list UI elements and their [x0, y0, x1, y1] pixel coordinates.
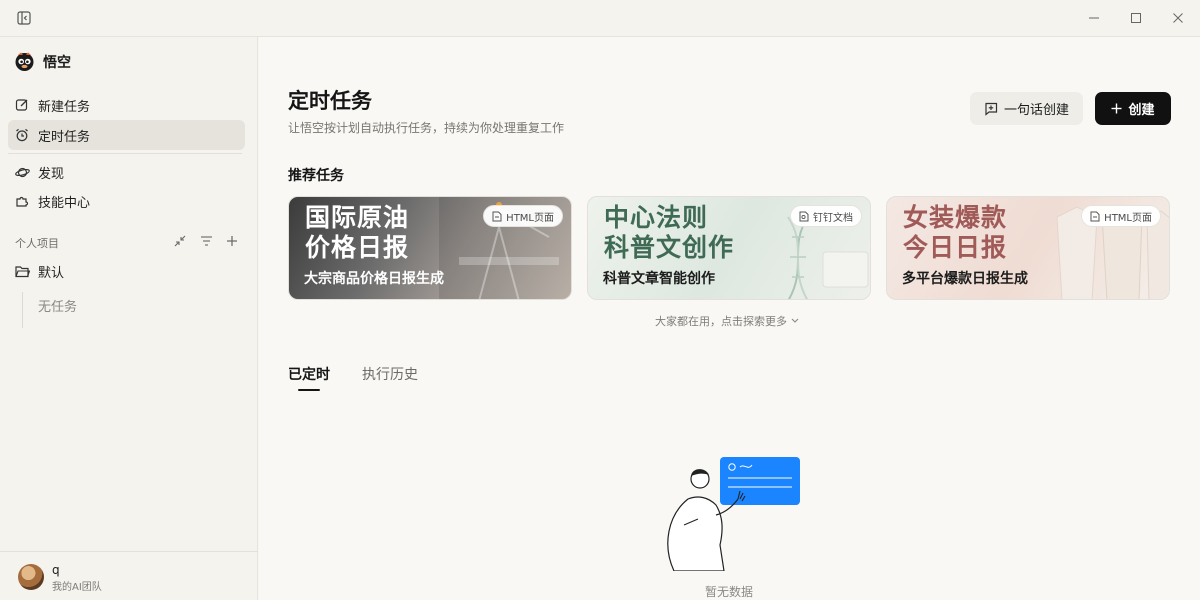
card-badge: 钉钉文档 — [790, 205, 862, 227]
sidebar-toggle-icon — [17, 11, 31, 25]
empty-project-text: 无任务 — [38, 300, 78, 315]
close-icon — [1173, 13, 1183, 23]
folder-icon — [14, 263, 30, 279]
chevron-down-icon — [791, 318, 799, 323]
recommended-card-oil-price[interactable]: 国际原油 价格日报 大宗商品价格日报生成 HTML页面 — [288, 196, 572, 300]
project-label: 默认 — [38, 265, 65, 281]
chat-add-icon — [985, 102, 998, 116]
user-profile[interactable]: q 我的AI团队 — [0, 551, 258, 600]
card-headline: 国际原油 价格日报 — [305, 203, 409, 263]
user-name: q — [52, 563, 60, 577]
section-actions — [172, 233, 240, 249]
card-description: 科普文章智能创作 — [603, 271, 715, 287]
close-window-button[interactable] — [1164, 6, 1192, 30]
nav-skill-center[interactable]: 技能中心 — [8, 186, 245, 216]
page-subtitle: 让悟空按计划自动执行任务，持续为你处理重复工作 — [288, 121, 565, 135]
nav-discover[interactable]: 发现 — [8, 157, 245, 187]
puzzle-icon — [14, 193, 30, 209]
minimize-icon — [1089, 17, 1099, 19]
recommended-card-central-dogma[interactable]: 中心法则 科普文创作 科普文章智能创作 钉钉文档 — [587, 196, 871, 300]
card-description: 多平台爆款日报生成 — [902, 271, 1028, 287]
plus-icon — [1111, 103, 1122, 114]
tab-scheduled[interactable]: 已定时 — [288, 364, 330, 384]
brand[interactable]: 悟空 — [14, 51, 71, 72]
quick-create-button[interactable]: 一句话创建 — [970, 92, 1083, 125]
empty-state-text: 暂无数据 — [705, 585, 754, 599]
maximize-button[interactable] — [1122, 6, 1150, 30]
section-label-personal-projects: 个人项目 — [15, 237, 59, 250]
recommended-card-fashion-trends[interactable]: 女装爆款 今日日报 多平台爆款日报生成 HTML页面 — [886, 196, 1170, 300]
maximize-icon — [1131, 13, 1141, 23]
document-icon — [1090, 211, 1100, 221]
wukong-logo-icon — [15, 52, 34, 71]
edit-icon — [14, 97, 30, 113]
card-headline-line: 价格日报 — [305, 233, 410, 262]
card-headline: 中心法则 科普文创作 — [604, 203, 734, 263]
alarm-clock-icon — [14, 127, 30, 143]
search-document-icon — [799, 211, 809, 221]
card-headline: 女装爆款 今日日报 — [903, 203, 1007, 263]
create-label: 创建 — [1128, 103, 1155, 118]
nav-label: 定时任务 — [38, 129, 91, 145]
planet-icon — [14, 164, 30, 180]
nav-new-task[interactable]: 新建任务 — [8, 90, 245, 120]
nav-label: 技能中心 — [38, 195, 91, 211]
quick-create-label: 一句话创建 — [1003, 103, 1069, 118]
tab-execution-history[interactable]: 执行历史 — [362, 364, 418, 384]
collapse-icon[interactable] — [172, 233, 188, 249]
brand-name: 悟空 — [43, 54, 71, 71]
card-description: 大宗商品价格日报生成 — [304, 271, 444, 287]
card-headline-line: 今日日报 — [903, 233, 1008, 262]
document-icon — [492, 211, 502, 221]
card-headline-line: 中心法则 — [604, 203, 709, 232]
card-badge: HTML页面 — [1081, 205, 1161, 227]
recommended-title: 推荐任务 — [288, 168, 344, 184]
card-badge-label: HTML页面 — [1104, 212, 1152, 224]
empty-state-illustration — [667, 457, 800, 571]
active-tab-indicator — [298, 389, 320, 391]
add-project-icon[interactable] — [224, 233, 240, 249]
filter-icon[interactable] — [198, 233, 214, 249]
title-bar — [0, 0, 1200, 37]
card-badge-label: HTML页面 — [506, 212, 554, 224]
minimize-button[interactable] — [1080, 6, 1108, 30]
avatar — [18, 564, 44, 590]
divider — [8, 153, 242, 154]
create-button[interactable]: 创建 — [1095, 92, 1171, 125]
tree-line — [22, 292, 23, 328]
explore-more-link[interactable]: 大家都在用，点击探索更多 — [655, 313, 799, 329]
card-headline-line: 科普文创作 — [604, 233, 735, 262]
card-badge-label: 钉钉文档 — [813, 212, 853, 224]
explore-more-label: 大家都在用，点击探索更多 — [655, 315, 787, 328]
nav-label: 发现 — [38, 166, 65, 182]
toggle-sidebar-button[interactable] — [10, 6, 38, 30]
nav-label: 新建任务 — [38, 99, 91, 115]
card-headline-line: 女装爆款 — [903, 203, 1008, 232]
project-default[interactable]: 默认 — [8, 256, 245, 286]
nav-scheduled-task[interactable]: 定时任务 — [8, 120, 245, 150]
page-title: 定时任务 — [288, 89, 372, 113]
card-headline-line: 国际原油 — [305, 203, 410, 232]
main-content: 定时任务 让悟空按计划自动执行任务，持续为你处理重复工作 一句话创建 创建 推荐… — [259, 37, 1200, 600]
user-team: 我的AI团队 — [52, 582, 102, 593]
card-badge: HTML页面 — [483, 205, 563, 227]
sidebar: 悟空 新建任务 定时任务 发现 技能中心 个人项目 默认 无任务 q 我的AI团… — [0, 37, 258, 600]
